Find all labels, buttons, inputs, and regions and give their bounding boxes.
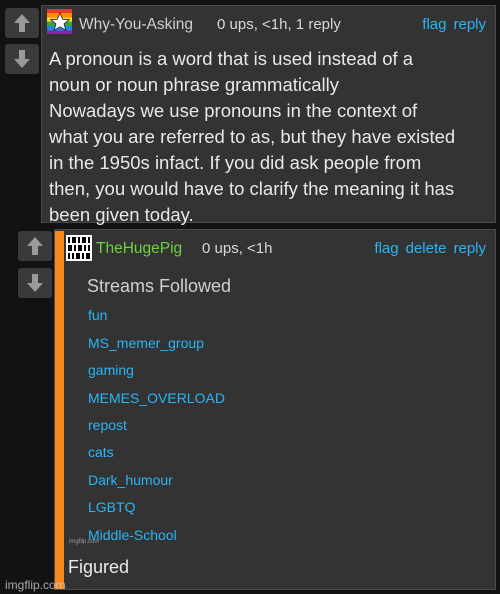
downvote-button[interactable]: [18, 268, 52, 298]
reply-link[interactable]: reply: [453, 16, 486, 33]
flag-link[interactable]: flag: [422, 16, 446, 33]
upvote-button[interactable]: [5, 8, 39, 38]
comment-line: what you are referred to as, but they ha…: [49, 126, 456, 147]
comment-body: A pronoun is a word that is used instead…: [49, 46, 455, 228]
reply-link[interactable]: reply: [453, 240, 486, 257]
username[interactable]: TheHugePig: [96, 240, 182, 258]
arrow-down-icon: [14, 50, 30, 68]
comment-actions: flag delete reply: [374, 240, 486, 257]
flag-link[interactable]: flag: [374, 240, 398, 257]
site-watermark: imgflip.com: [5, 578, 66, 592]
stream-link[interactable]: fun: [88, 307, 107, 323]
image-accent-bar: [55, 231, 64, 589]
avatar[interactable]: [47, 9, 72, 34]
comment-line: in the 1950s infact. If you did ask peop…: [49, 152, 422, 173]
arrow-up-icon: [27, 237, 43, 255]
avatar[interactable]: [66, 235, 92, 261]
upvote-button[interactable]: [18, 231, 52, 261]
comment-panel: Why-You-Asking 0 ups, <1h, 1 reply flag …: [41, 5, 496, 225]
stream-link[interactable]: MEMES_OVERLOAD: [88, 390, 225, 406]
username[interactable]: Why-You-Asking: [79, 16, 193, 34]
comment-caption: Figured: [68, 557, 130, 577]
image-watermark: imgflip.com: [69, 539, 100, 545]
delete-link[interactable]: delete: [406, 240, 447, 257]
binary-pattern-icon: [68, 237, 90, 259]
arrow-down-icon: [27, 274, 43, 292]
comment-line: A pronoun is a word that is used instead…: [49, 48, 414, 69]
comment-line: been given today.: [49, 204, 194, 225]
comment-line: noun or noun phrase grammatically: [49, 74, 339, 95]
stream-link[interactable]: Dark_humour: [88, 472, 173, 488]
comment-line: then, you would have to clarify the mean…: [49, 178, 455, 199]
stream-link[interactable]: repost: [88, 417, 127, 433]
stream-link[interactable]: gaming: [88, 362, 134, 378]
downvote-button[interactable]: [5, 44, 39, 74]
comment-meta: 0 ups, <1h: [202, 240, 273, 257]
stream-link[interactable]: LGBTQ: [88, 499, 135, 515]
stream-link[interactable]: MS_memer_group: [88, 335, 204, 351]
comment-meta: 0 ups, <1h, 1 reply: [217, 16, 341, 33]
comment-actions: flag reply: [422, 16, 486, 33]
stream-link[interactable]: cats: [88, 444, 114, 460]
arrow-up-icon: [14, 14, 30, 32]
stream-link[interactable]: Middle-School: [88, 527, 177, 543]
comment-line: Nowadays we use pronouns in the context …: [49, 100, 418, 121]
star-icon: [49, 11, 70, 31]
streams-title: Streams Followed: [87, 276, 232, 296]
